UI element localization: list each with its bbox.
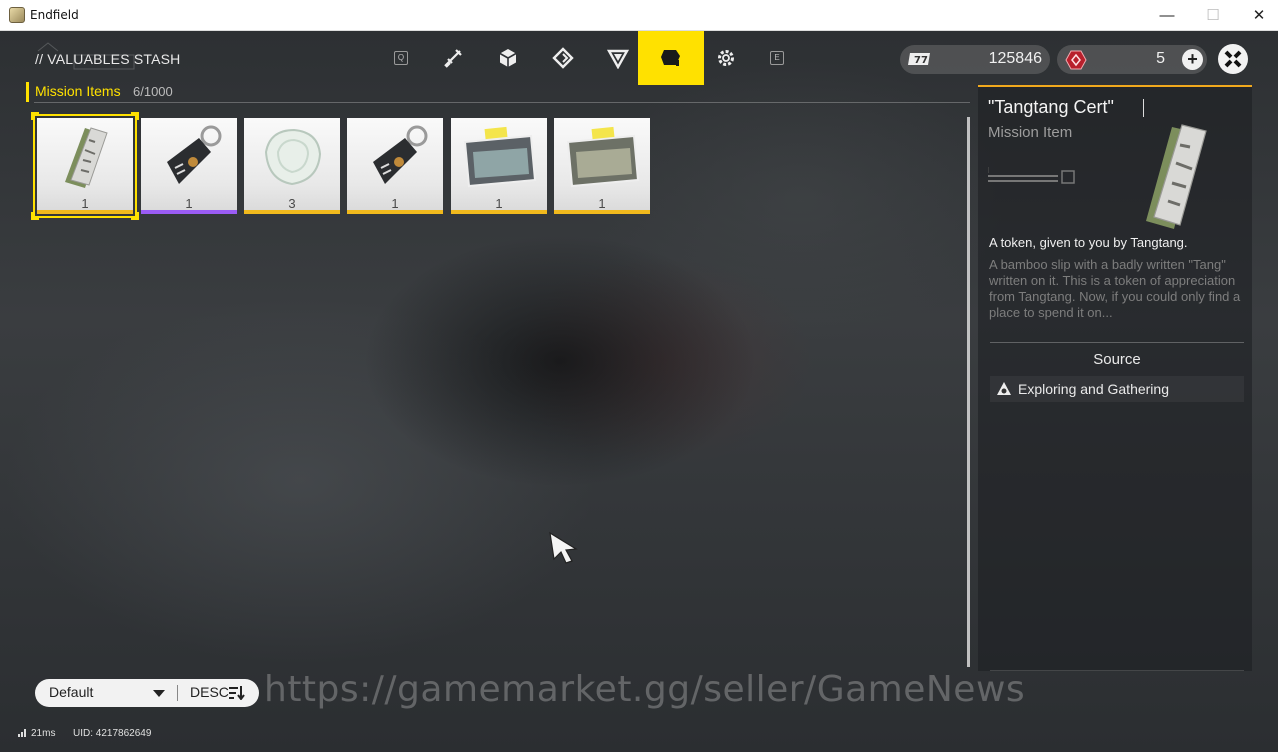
sort-control: Default DESC (35, 679, 259, 707)
exploring-icon (997, 382, 1011, 395)
cube-icon (499, 49, 516, 67)
add-currency-button[interactable]: + (1182, 49, 1203, 70)
maximize-button[interactable]: ☐ (1190, 0, 1236, 31)
sort-divider (177, 685, 178, 701)
category-count: 6/1000 (133, 84, 173, 99)
user-id: UID: 4217862649 (73, 728, 152, 739)
source-entry[interactable]: Exploring and Gathering (990, 376, 1244, 402)
window-title: Endfield (30, 8, 79, 22)
selection-corner (31, 212, 39, 220)
rarity-bar (451, 210, 547, 214)
item-quantity: 1 (81, 196, 89, 211)
item-slot[interactable]: 1 (31, 112, 139, 220)
ping-value: 21ms (31, 728, 56, 739)
window-titlebar: Endfield — ☐ ✕ (0, 0, 1278, 31)
close-icon (1224, 50, 1242, 68)
watermark-text: https://gamemarket.gg/seller/GameNews (264, 669, 1026, 710)
panel-scrollbar[interactable] (967, 117, 970, 667)
item-slot[interactable]: 1 (451, 118, 547, 214)
detail-subtitle: A token, given to you by Tangtang. (989, 235, 1188, 250)
item-slot[interactable]: 3 (244, 118, 340, 214)
selection-corner (131, 112, 139, 120)
crystal-icon (264, 128, 322, 186)
currency-originium: 5 + (1057, 45, 1207, 74)
app-icon (9, 7, 25, 23)
item-slot[interactable]: 1 (141, 118, 237, 214)
category-marker (26, 82, 29, 102)
detail-item-type: Mission Item (988, 124, 1073, 141)
rarity-bar (347, 210, 443, 214)
category-label: Mission Items (35, 83, 121, 99)
diamond-icon (551, 47, 574, 69)
rarity-bar (37, 210, 133, 214)
selection-corner (31, 112, 39, 120)
item-slot[interactable]: 1 (554, 118, 650, 214)
tab-components[interactable] (535, 31, 590, 85)
mouse-cursor-icon (549, 531, 578, 564)
tab-weapons[interactable] (425, 31, 480, 85)
source-heading: Source (1093, 351, 1141, 368)
detail-bottom-divider (990, 670, 1244, 671)
tab-materials[interactable] (480, 31, 535, 85)
tab-mission-items[interactable] (638, 31, 704, 85)
tab-consumables[interactable] (590, 31, 645, 85)
detail-divider (990, 342, 1244, 343)
tag-icon (167, 125, 222, 184)
item-quantity: 1 (185, 196, 193, 211)
item-quantity: 1 (598, 196, 606, 211)
bamboo-slip-icon (1146, 124, 1207, 229)
item-quantity: 1 (391, 196, 399, 211)
item-detail-panel: "Tangtang Cert" Mission Item A token, gi… (978, 85, 1252, 671)
currency-ticket: 77 125846 (900, 45, 1050, 74)
originium-icon (1065, 50, 1087, 70)
rarity-bar (244, 210, 340, 214)
key-hint-e: E (770, 51, 784, 65)
key-hint-q: Q (394, 51, 408, 65)
detail-title: "Tangtang Cert" (988, 97, 1114, 117)
gear-icon (717, 50, 734, 66)
game-viewport: // VALUABLES STASH Q E 77 125846 5 + Mis… (0, 31, 1278, 752)
minimize-button[interactable]: — (1144, 0, 1190, 31)
item-quantity: 1 (495, 196, 503, 211)
barcode-icon (988, 167, 1075, 184)
ping-indicator: 21ms (18, 728, 55, 739)
mission-item-icon (661, 50, 680, 66)
photo-icon (566, 126, 640, 188)
page-title: // VALUABLES STASH (35, 51, 181, 67)
window-close-button[interactable]: ✕ (1236, 0, 1278, 31)
sort-desc-icon (229, 686, 245, 700)
tag-icon (373, 125, 428, 184)
title-caret (1143, 99, 1144, 117)
rarity-bar (141, 210, 237, 214)
weapon-icon (443, 49, 462, 68)
sort-direction-toggle[interactable]: DESC (190, 684, 229, 700)
category-divider (34, 102, 970, 103)
source-label: Exploring and Gathering (1018, 381, 1169, 397)
detail-description: A bamboo slip with a badly written "Tang… (989, 257, 1241, 320)
currency-ticket-value: 125846 (988, 50, 1042, 67)
chevron-down-icon (153, 690, 165, 697)
sort-order-select[interactable]: Default (49, 684, 93, 700)
signal-icon (18, 729, 26, 737)
bamboo-slip-icon (65, 127, 108, 188)
close-stash-button[interactable] (1218, 44, 1248, 74)
tab-settings[interactable] (698, 31, 753, 85)
svg-text:77: 77 (914, 55, 928, 66)
item-slot[interactable]: 1 (347, 118, 443, 214)
rarity-bar (554, 210, 650, 214)
triangle-icon (606, 49, 629, 69)
selection-corner (131, 212, 139, 220)
currency-originium-value: 5 (1156, 50, 1165, 67)
ticket-icon: 77 (908, 53, 930, 66)
photo-icon (463, 126, 537, 188)
item-quantity: 3 (288, 196, 296, 211)
